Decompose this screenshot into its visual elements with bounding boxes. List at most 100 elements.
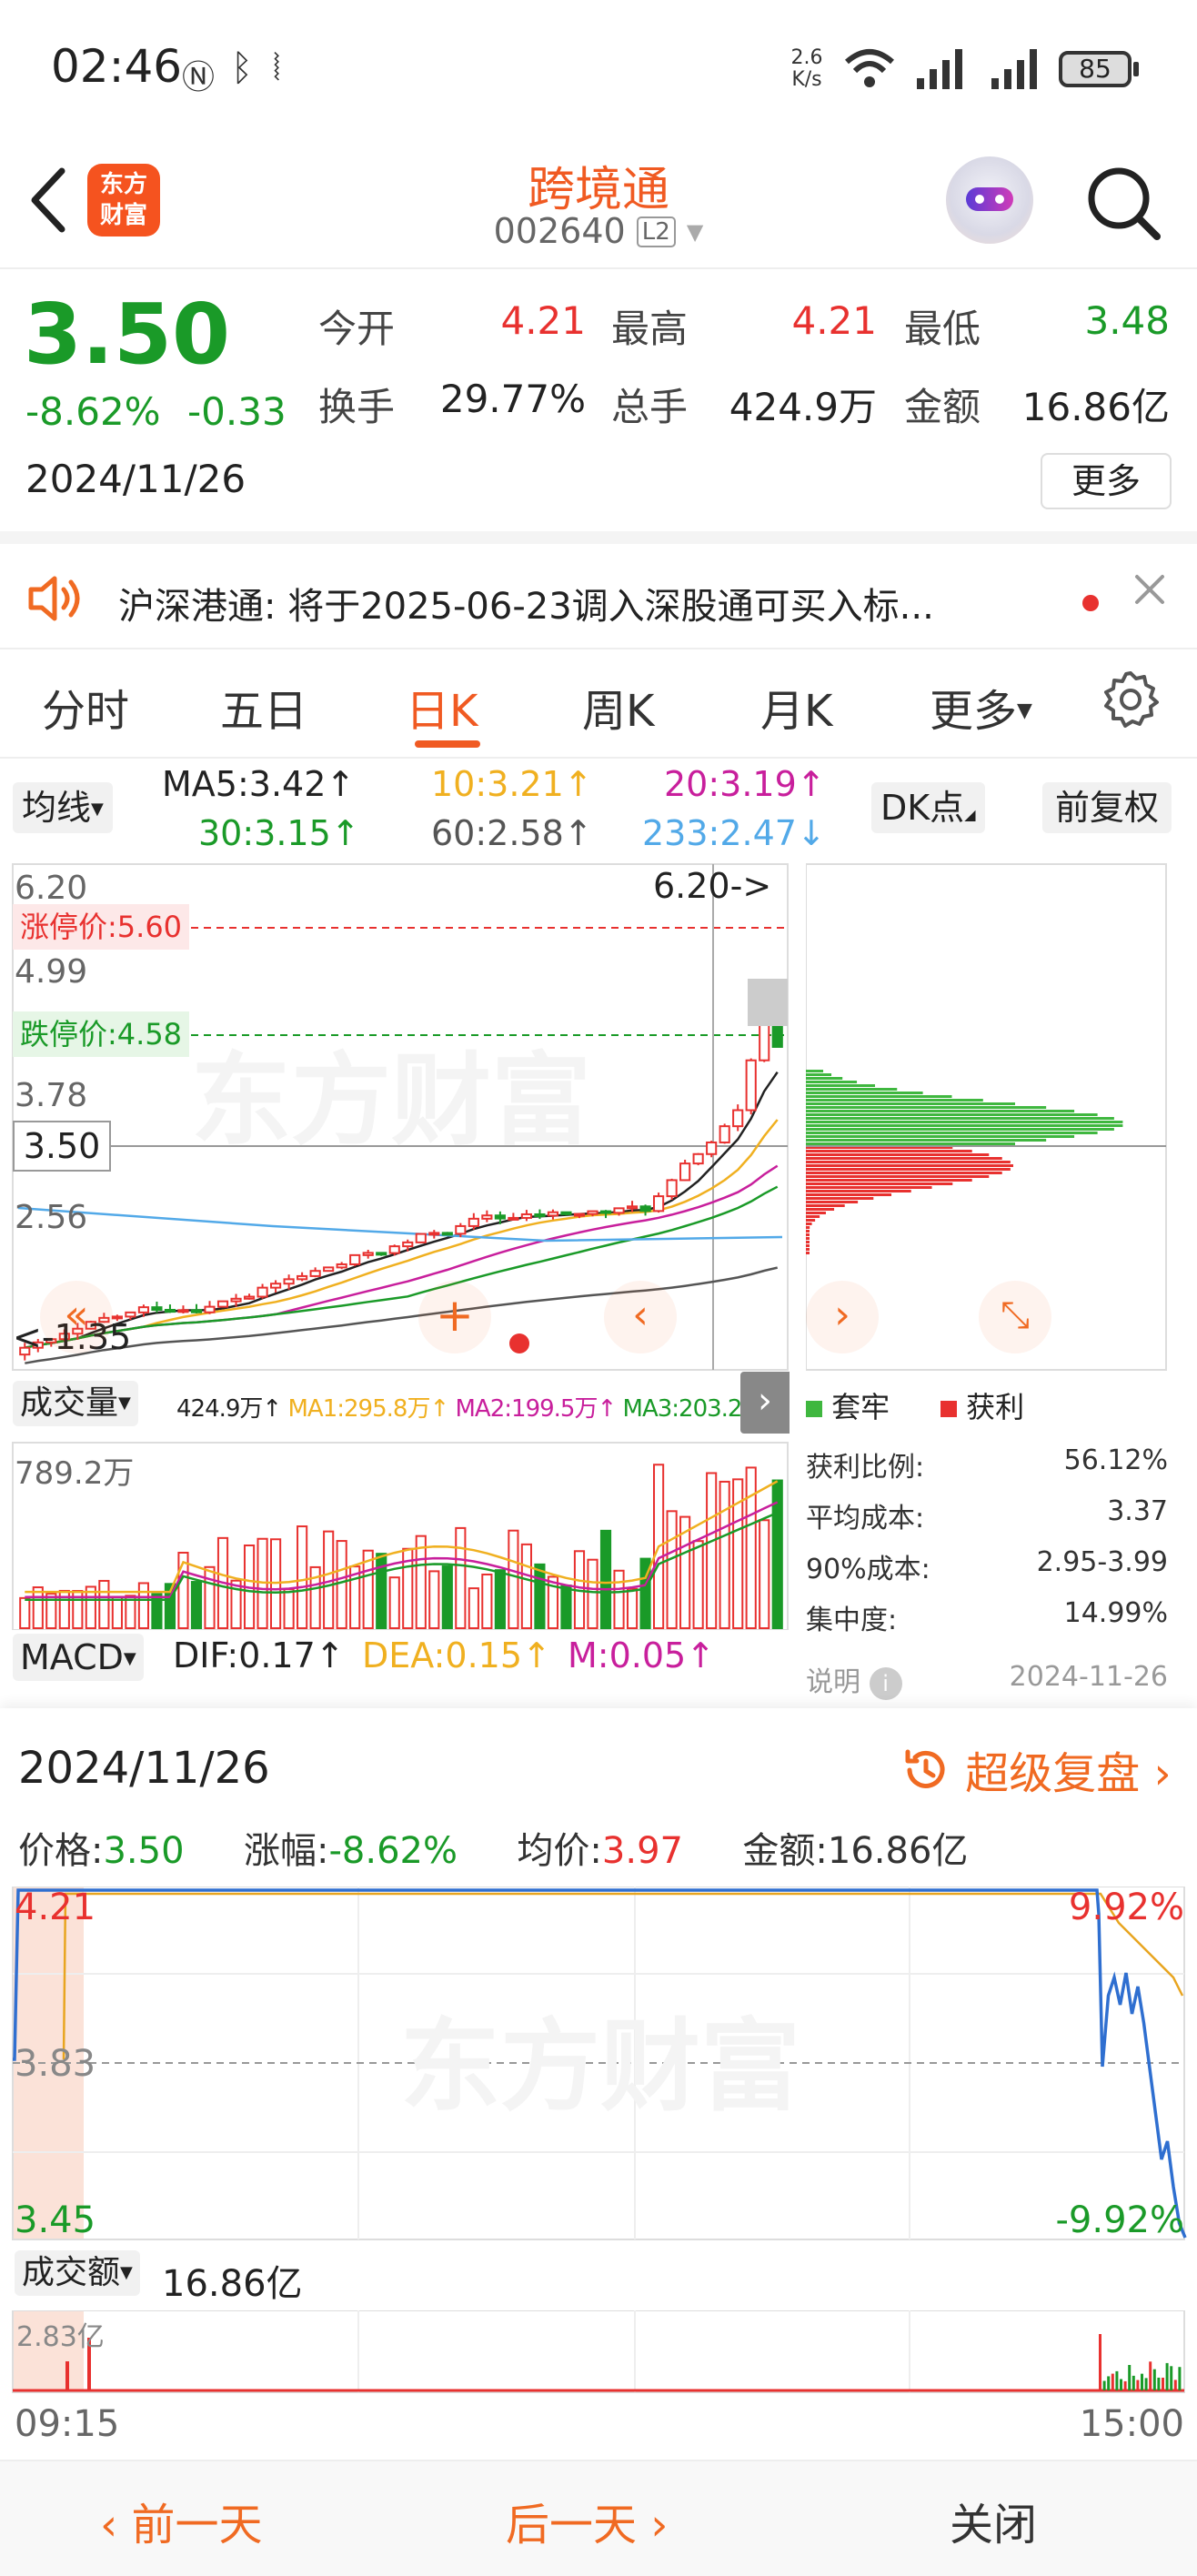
amount-bar [1120, 2379, 1122, 2390]
fullscreen-button[interactable]: ⤡ [979, 1281, 1051, 1353]
tab-weekly-k[interactable]: 周K [582, 675, 654, 739]
high-value: 4.21 [791, 298, 877, 343]
chip-legend-profit: 获利 [940, 1384, 1024, 1426]
chip-bar [806, 1150, 972, 1152]
macd-selector-label: MACD [20, 1637, 124, 1677]
volume-ma1: MA1:295.8万↑ [287, 1395, 449, 1423]
kline-watermark: 东方财富 [191, 1042, 591, 1159]
close-button[interactable]: 关闭 [950, 2489, 1037, 2552]
history-clock-icon [905, 1749, 945, 1788]
scroll-right-button[interactable]: › [806, 1281, 879, 1353]
volume-bar [19, 1596, 31, 1629]
tab-five-day[interactable]: 五日 [220, 675, 307, 739]
tab-monthly-k[interactable]: 月K [760, 675, 832, 739]
ma-selector-label: 均线 [22, 788, 92, 828]
intraday-price-chart[interactable]: 东方财富 [0, 1887, 1197, 2250]
forward-adjust-button[interactable]: 前复权 [1042, 782, 1172, 833]
robot-eye-right [995, 195, 1004, 204]
chip-bar [806, 1095, 952, 1098]
amount-label: 金额 [904, 385, 981, 429]
macd-selector-caret-icon: ▼ [123, 1649, 136, 1668]
macd-selector[interactable]: MACD▼ [13, 1634, 144, 1681]
speaker-icon [28, 576, 80, 621]
battery-level: 85 [1079, 54, 1112, 84]
chip-distribution-panel[interactable]: › ⤡ [806, 862, 1168, 1372]
chip-bar [806, 1084, 876, 1087]
chip-bar [806, 1172, 1002, 1174]
volume-bar [599, 1529, 612, 1629]
amount-bar [1107, 2376, 1111, 2390]
stock-name[interactable]: 跨境通 [417, 151, 780, 219]
chip-bar [806, 1219, 816, 1222]
volume-bar [534, 1563, 546, 1629]
kline-candle-body [732, 1109, 744, 1128]
robot-assistant-icon[interactable] [946, 156, 1033, 244]
notice-bar[interactable]: 沪深港通: 将于2025-06-23调入深股通可买入标... [0, 544, 1197, 648]
change-pct: -8.62% [25, 389, 161, 434]
intraday-amount: 16.86亿 [827, 1830, 969, 1872]
quote-divider [0, 531, 1197, 544]
macd-panel[interactable]: MACD▼ DIF:0.17↑ DEA:0.15↑ M:0.05↑ [0, 1630, 797, 1706]
nfc-icon: Ⓝ [182, 59, 216, 96]
code-dropdown-icon: ▼ [686, 219, 704, 245]
kline-candle-body [270, 1283, 282, 1289]
volume-selector-caret-icon: ▼ [118, 1394, 131, 1413]
volume-selector[interactable]: 成交量▼ [13, 1381, 138, 1426]
chip-bar [806, 1106, 1047, 1109]
stock-code-row[interactable]: 002640 L2 ▼ [417, 211, 780, 251]
back-icon[interactable] [25, 166, 71, 235]
notice-text: 沪深港通: 将于2025-06-23调入深股通可买入标... [118, 586, 934, 628]
close-icon[interactable] [1133, 573, 1166, 606]
kline-candle-body [230, 1297, 242, 1303]
tab-daily-k[interactable]: 日K [406, 675, 478, 739]
more-button[interactable]: 更多 [1041, 453, 1172, 509]
super-replay-link[interactable]: 超级复盘 › [900, 1737, 1172, 1801]
chip-explain-link[interactable]: 说明 i [806, 1659, 902, 1700]
amount-bar [1157, 2377, 1161, 2390]
scroll-left-button[interactable]: ‹ [604, 1281, 677, 1353]
next-day-button[interactable]: 后一天 › [506, 2489, 668, 2552]
volume-current: 424.9万↑ [176, 1395, 282, 1423]
volume-bar [613, 1569, 625, 1629]
low-label: 最低 [904, 307, 981, 351]
kline-candle-body [613, 1207, 625, 1214]
settings-gear-icon[interactable] [1101, 669, 1161, 730]
quote-panel: 3.50 -8.62% -0.33 2024/11/26 今开 4.21 最高 … [0, 269, 1197, 531]
chip-bar [806, 1117, 1114, 1120]
kline-y-label-2: 4.99 [15, 953, 88, 991]
amount-selector[interactable]: 成交额▼ [15, 2250, 140, 2296]
volume-bar [719, 1480, 730, 1629]
amount-bar [1123, 2380, 1127, 2390]
chip-row-label: 获利比例: [806, 1452, 925, 1484]
volume-bar [626, 1587, 639, 1629]
tab-more[interactable]: 更多▼ [930, 675, 1032, 739]
volume-label: 总手 [611, 385, 689, 429]
dk-point-button[interactable]: DK点◢ [871, 782, 985, 833]
volume-bar [520, 1543, 532, 1629]
tab-intraday[interactable]: 分时 [42, 675, 129, 739]
ma-selector[interactable]: 均线▼ [13, 782, 113, 833]
amount-bar [1173, 2380, 1177, 2390]
search-icon[interactable] [1082, 162, 1164, 244]
volume-bar [494, 1569, 506, 1629]
chip-legend-trapped: 套牢 [806, 1384, 890, 1426]
super-replay-label: 超级复盘 [965, 1748, 1141, 1799]
chip-bar [806, 1226, 810, 1229]
scroll-left-fast-button[interactable]: « [40, 1281, 113, 1353]
kline-candle-body [151, 1306, 163, 1311]
prev-day-button[interactable]: ‹ 前一天 [100, 2489, 262, 2552]
chip-bar [806, 1179, 972, 1182]
app-logo[interactable]: 东方 财富 [87, 164, 160, 236]
intraday-change: -8.62% [328, 1830, 458, 1872]
volume-ma-lines [25, 1480, 779, 1601]
volume-panel[interactable]: 成交量▼ 424.9万↑ MA1:295.8万↑ MA2:199.5万↑ MA3… [0, 1372, 797, 1630]
zoom-in-button[interactable]: + [418, 1281, 491, 1353]
chip-row-label: 集中度: [806, 1605, 898, 1636]
kline-candle-body [190, 1309, 203, 1313]
volume-ma-line [25, 1501, 779, 1599]
tab-active-underline [415, 740, 480, 748]
intraday-avg: 3.97 [601, 1830, 683, 1872]
chip-bar [806, 1190, 911, 1192]
kline-chart-panel[interactable]: 东方财富 6.20 4.99 3.78 2.56 涨停价:5.60 跌停价:4.… [0, 862, 797, 1372]
volume-expand-button[interactable]: › [740, 1372, 790, 1434]
